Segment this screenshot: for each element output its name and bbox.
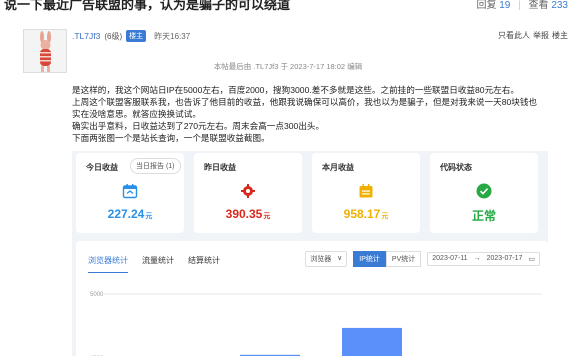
pv-stats-toggle[interactable]: PV统计	[385, 251, 422, 267]
post-actions: 只看此人 举报 楼主	[495, 30, 568, 41]
check-icon	[430, 183, 538, 199]
calendar-icon	[312, 183, 420, 199]
post-line: 是这样的，我这个网站日IP在5000左右，百度2000，搜狗3000.差不多就是…	[72, 85, 519, 95]
post-line: 下面两张图一个是站长查询，一个是联盟收益截图。	[72, 133, 270, 143]
reply-count: 19	[499, 0, 511, 11]
daily-report-button[interactable]: 当日报告 (1)	[130, 158, 181, 174]
card-value: 390.35元	[225, 207, 271, 221]
date-range-picker[interactable]: 2023-07-11 → 2023-07-17 ▭	[427, 252, 540, 266]
calendar-icon	[76, 183, 184, 199]
post-line: 实在没啥意思。就答应换换试试。	[72, 109, 201, 119]
browser-select[interactable]: 浏览器 ∨	[305, 251, 348, 267]
earnings-screenshot: 今日收益 当日报告 (1) 227.24元 昨日收益 390.35元 本月收益 …	[72, 151, 548, 356]
card-title: 本月收益	[322, 163, 354, 172]
author-level: (6级)	[104, 31, 123, 41]
floor-label: 楼主	[552, 31, 568, 40]
post-line: 上周这个联盟客服联系我，也告诉了他目前的收益，他跟我说确保可以高价，我也以为是骗…	[72, 97, 538, 107]
stats-chart-panel: 浏览器统计 流量统计 结算统计 浏览器 ∨ IP统计 PV统计 2023-07-…	[76, 241, 548, 356]
card-value: 958.17元	[343, 207, 389, 221]
thread-title: 说一下最近广告联盟的事，认为是骗子的可以绕道	[4, 0, 291, 12]
card-value: 正常	[471, 209, 496, 223]
card-title: 昨日收益	[204, 163, 236, 172]
y-tick-label: 5000	[90, 292, 104, 298]
date-to: 2023-07-17	[486, 255, 523, 262]
chart-bar[interactable]	[342, 327, 402, 356]
bar-chart: 50004000	[90, 292, 542, 356]
post-time: 昨天16:37	[154, 31, 191, 41]
chart-controls: 浏览器 ∨ IP统计 PV统计 2023-07-11 → 2023-07-17 …	[305, 251, 540, 267]
card-value: 227.24元	[107, 207, 153, 221]
post-content: 是这样的，我这个网站日IP在5000左右，百度2000，搜狗3000.差不多就是…	[72, 84, 562, 144]
view-count: 233	[551, 0, 568, 11]
thread-header: 说一下最近广告联盟的事，认为是骗子的可以绕道 回复 19 | 查看 233	[0, 0, 576, 12]
report-link[interactable]: 举报	[533, 31, 549, 40]
stat-card-code-status: 代码状态 正常	[430, 153, 538, 233]
ip-stats-toggle[interactable]: IP统计	[353, 251, 386, 267]
calendar-icon: ▭	[528, 256, 535, 263]
author-name[interactable]: .TL7Jf3	[72, 31, 100, 41]
thread-stats: 回复 19 | 查看 233	[476, 0, 568, 11]
chevron-down-icon: ∨	[337, 255, 343, 262]
only-author-link[interactable]: 只看此人	[498, 31, 530, 40]
date-from: 2023-07-11	[432, 255, 468, 262]
edit-note: 本帖最后由 .TL7Jf3 于 2023-7-17 18:02 编辑	[213, 62, 363, 71]
stat-card-month: 本月收益 958.17元	[312, 153, 420, 233]
card-title: 今日收益	[86, 163, 118, 172]
card-title: 代码状态	[440, 163, 472, 172]
post-line: 确实出乎意料，日收益达到了270元左右。周末会高一点300出头。	[72, 121, 325, 131]
gear-icon	[194, 183, 302, 199]
stat-card-yesterday: 昨日收益 390.35元	[194, 153, 302, 233]
stat-card-today: 今日收益 当日报告 (1) 227.24元	[76, 153, 184, 233]
op-badge: 楼主	[126, 30, 147, 42]
metric-toggle: IP统计 PV统计	[353, 251, 422, 267]
post-author-line: .TL7Jf3 (6级) 楼主 昨天16:37	[72, 30, 190, 42]
